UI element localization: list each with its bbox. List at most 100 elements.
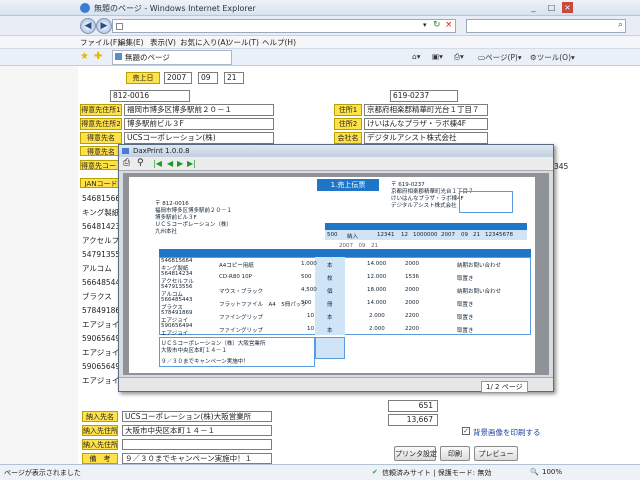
- favorites-star-icon[interactable]: ★: [80, 51, 89, 62]
- table-row-qty: 500: [301, 274, 312, 280]
- printer-settings-button[interactable]: プリンタ設定: [394, 446, 437, 461]
- company-name-field[interactable]: デジタルアシスト株式会社: [364, 132, 488, 144]
- remarks-field[interactable]: ９／３０までキャンペーン実施中！１: [122, 453, 272, 464]
- forward-button[interactable]: ▶: [96, 18, 112, 34]
- dest-addr1-label: 納入先住所1: [82, 425, 118, 436]
- customer-label-4: 得意先名: [80, 146, 122, 156]
- slip-right-name: デジタルアシスト株式会社: [391, 203, 457, 209]
- table-row-price: 18.000: [367, 287, 387, 293]
- preview-button[interactable]: プレビュー: [474, 446, 518, 461]
- company-addr2-field[interactable]: けいはんなプラザ・ラボ棟4F: [364, 118, 488, 130]
- list-item: ブラクス: [82, 292, 112, 301]
- tab-title: 無題のページ: [125, 53, 170, 62]
- address-bar: ◀ ▶ ▾ ↻ × ⌕: [0, 16, 640, 36]
- add-favorite-icon[interactable]: ✚: [94, 51, 102, 62]
- tools-menu-label: ツール(O): [536, 53, 571, 62]
- jan-code-label: JANコード: [80, 178, 122, 188]
- search-icon[interactable]: ⌕: [618, 20, 623, 30]
- sales-month-field[interactable]: 09: [198, 72, 218, 84]
- left-margin: [0, 66, 78, 464]
- company-addr2-label: 住所2: [334, 118, 362, 130]
- sales-year-field[interactable]: 2007: [164, 72, 192, 84]
- customer-addr2-field[interactable]: 博多駅前ビル３F: [124, 118, 274, 130]
- menu-favorites[interactable]: お気に入り(A): [180, 37, 228, 48]
- menu-view[interactable]: 表示(V): [150, 37, 176, 48]
- table-row-amount: 2000: [405, 261, 419, 267]
- dropdown-icon[interactable]: ▾: [423, 21, 427, 29]
- table-row-amount: 2200: [405, 326, 419, 332]
- customer-postal-field[interactable]: 812-0016: [110, 90, 190, 102]
- trusted-site-text: 信頼済みサイト | 保護モード: 無効: [382, 469, 492, 477]
- zoom-level[interactable]: 100%: [542, 468, 562, 476]
- minimize-button[interactable]: _: [528, 2, 539, 13]
- search-input[interactable]: ⌕: [466, 19, 626, 33]
- code-cell: 1000000: [413, 232, 438, 238]
- refresh-icon[interactable]: ↻: [433, 20, 441, 30]
- preview-paper: 1.売上伝票 〒 812-0016 福岡市博多区博多駅前２０－１ 博多駅前ビル３…: [129, 177, 535, 373]
- page-icon: [116, 23, 123, 30]
- dest-name-field[interactable]: UCSコーポレーション(株)大阪営業所: [122, 411, 272, 422]
- menu-file[interactable]: ファイル(F): [80, 37, 120, 48]
- customer-code-label: 得意先コード: [80, 160, 122, 170]
- table-row-note: 取置き: [457, 276, 474, 282]
- customer-addr1-label: 得意先住所1: [80, 104, 122, 116]
- customer-addr2-label: 得意先住所2: [80, 118, 122, 130]
- company-name-label: 会社名: [334, 132, 362, 144]
- dest-addr1-field[interactable]: 大阪市中央区本町１４－１: [122, 425, 272, 436]
- code-cell: 2007: [441, 232, 455, 238]
- code-cell: 500: [327, 232, 338, 238]
- zoom-icon-status[interactable]: 🔍: [530, 468, 539, 476]
- last-page-icon[interactable]: ▶|: [187, 159, 196, 168]
- ie-logo-icon: [80, 3, 90, 13]
- page-menu[interactable]: ▭ページ(P)▾: [478, 52, 522, 63]
- next-page-icon[interactable]: ▶: [177, 159, 183, 168]
- table-row-spec: CD-R80 10P: [219, 274, 252, 280]
- menu-edit[interactable]: 編集(E): [118, 37, 144, 48]
- tools-menu[interactable]: ⚙ツール(O)▾: [530, 52, 575, 63]
- maximize-button[interactable]: □: [546, 2, 557, 13]
- tab-bar: ★ ✚ 無題のページ ⌂▾ ▣▾ ⎙▾ ▭ページ(P)▾ ⚙ツール(O)▾: [0, 49, 640, 66]
- total-amount-field[interactable]: 13,667: [388, 414, 438, 426]
- menu-help[interactable]: ヘルプ(H): [262, 37, 296, 48]
- list-item: エアジョイ: [82, 376, 120, 385]
- table-row-amount: 2000: [405, 300, 419, 306]
- print-preview-area[interactable]: 1.売上伝票 〒 812-0016 福岡市博多区博多駅前２０－１ 博多駅前ビル３…: [123, 173, 549, 375]
- zoom-icon[interactable]: ⚲: [137, 158, 144, 168]
- table-row-unit: 本: [327, 315, 333, 321]
- home-icon[interactable]: ⌂▾: [412, 52, 421, 61]
- slip-total-box: [315, 337, 345, 359]
- company-addr1-field[interactable]: 京都府相楽郡精華町光台１丁目７: [364, 104, 488, 116]
- code-cell: 21: [473, 232, 480, 238]
- prev-page-icon[interactable]: ◀: [167, 159, 173, 168]
- print-button[interactable]: 印刷: [440, 446, 470, 461]
- table-row-price: 12.000: [367, 274, 387, 280]
- customer-name-field[interactable]: UCSコーポレーション(株): [124, 132, 274, 144]
- list-item: エアジョイ: [82, 320, 120, 329]
- menu-tools[interactable]: ツール(T): [226, 37, 259, 48]
- table-row-price: 14.000: [367, 300, 387, 306]
- stamp-box: [459, 191, 513, 213]
- print-menu-icon[interactable]: ⎙▾: [454, 52, 464, 62]
- slip-header: 1.売上伝票: [317, 179, 379, 191]
- table-row-unit: 枚: [327, 276, 333, 282]
- table-row-amount: 2200: [405, 313, 419, 319]
- list-item: アルコム: [82, 264, 112, 273]
- company-postal-field[interactable]: 619-0237: [390, 90, 458, 102]
- sales-day-field[interactable]: 21: [224, 72, 244, 84]
- customer-addr1-field[interactable]: 福岡市博多区博多駅前２０－１: [124, 104, 274, 116]
- stop-icon[interactable]: ×: [445, 20, 453, 30]
- print-icon[interactable]: ⎙: [123, 158, 130, 168]
- background-print-checkbox[interactable]: ✓: [462, 427, 470, 435]
- total-qty-field[interactable]: 651: [388, 400, 438, 412]
- page-menu-label: ページ(P): [485, 53, 518, 62]
- code-cell: 12341: [377, 232, 395, 238]
- close-button[interactable]: ×: [562, 2, 573, 13]
- feed-icon[interactable]: ▣▾: [432, 52, 443, 61]
- tab-current[interactable]: 無題のページ: [112, 50, 232, 65]
- first-page-icon[interactable]: |◀: [153, 159, 162, 168]
- daxprint-window: DaxPrint 1.0.0.8 ⎙ ⚲ |◀ ◀ ▶ ▶| 1.売上伝票 〒 …: [118, 144, 554, 393]
- back-button[interactable]: ◀: [80, 18, 96, 34]
- url-input[interactable]: ▾ ↻ ×: [112, 19, 456, 33]
- dest-addr2-field[interactable]: [122, 439, 272, 450]
- right-margin: [572, 66, 640, 464]
